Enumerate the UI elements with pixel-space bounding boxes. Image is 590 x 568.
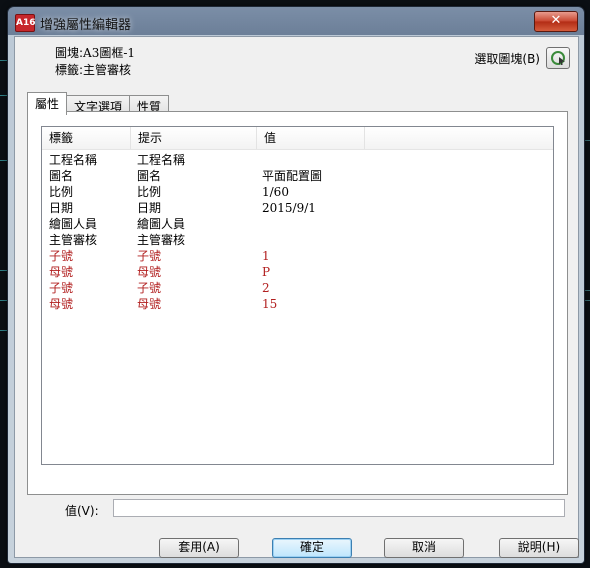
cancel-button[interactable]: 取消: [384, 538, 464, 558]
attribute-list-header: 標籤 提示 值: [42, 127, 553, 150]
cell-prompt: 子號: [137, 249, 162, 263]
enhanced-attribute-editor-dialog: A16 增強屬性編輯器 ✕ 圖塊: A3圖框-1 標籤: 主管審核 選取圖塊(B…: [7, 6, 585, 564]
cell-tag: 日期: [49, 201, 74, 215]
autocad-app-icon: A16: [15, 14, 36, 32]
column-header-value[interactable]: 值: [257, 127, 365, 149]
cell-prompt: 工程名稱: [137, 153, 186, 167]
tag-value: 主管審核: [83, 63, 132, 77]
select-block-icon: [551, 51, 565, 65]
help-button[interactable]: 說明(H): [499, 538, 579, 558]
cell-prompt: 母號: [137, 265, 162, 279]
table-row[interactable]: 母號 母號 15: [42, 296, 553, 312]
cell-prompt: 日期: [137, 201, 162, 215]
attributes-panel: 標籤 提示 值 工程名稱 工程名稱圖名 圖名 平面配置圖比例 比例 1/60 日期 日期 201…: [27, 111, 568, 495]
value-input[interactable]: [113, 499, 565, 517]
block-value: A3圖框-1: [83, 46, 136, 60]
cell-value: [255, 232, 362, 248]
block-info: 圖塊: A3圖框-1 標籤: 主管審核: [55, 45, 135, 79]
tab-strip: 屬性 文字選項 性質: [27, 92, 170, 115]
cell-prompt: 子號: [137, 281, 162, 295]
table-row[interactable]: 日期 日期 2015/9/1: [42, 200, 553, 216]
cell-tag: 圖名: [49, 169, 74, 183]
attribute-rows: 工程名稱 工程名稱 圖名 圖名 平面配置圖 比例 比例 1/60 日期 日期 2015/9/1 繪圖人…: [42, 152, 553, 312]
cell-value: 2015/9/1: [262, 201, 316, 215]
window-title: 增強屬性編輯器: [40, 18, 132, 33]
cell-value: 15: [262, 297, 278, 311]
table-row[interactable]: 繪圖人員 繪圖人員: [42, 216, 553, 232]
cell-tag: 主管審核: [49, 233, 98, 247]
block-label: 圖塊:: [55, 46, 84, 60]
table-row[interactable]: 工程名稱 工程名稱: [42, 152, 553, 168]
cell-value: [255, 216, 362, 232]
tag-label: 標籤:: [55, 63, 84, 77]
cell-tag: 母號: [49, 265, 74, 279]
cell-tag: 母號: [49, 297, 74, 311]
cell-prompt: 主管審核: [137, 233, 186, 247]
select-block-button[interactable]: [546, 47, 570, 69]
table-row[interactable]: 母號 母號 P: [42, 264, 553, 280]
value-label: 值(V):: [65, 504, 99, 518]
attribute-list[interactable]: 標籤 提示 值 工程名稱 工程名稱圖名 圖名 平面配置圖比例 比例 1/60 日期 日期 201…: [41, 126, 554, 465]
apply-button[interactable]: 套用(A): [159, 538, 239, 558]
cell-tag: 比例: [49, 185, 74, 199]
table-row[interactable]: 子號 子號 2: [42, 280, 553, 296]
close-button[interactable]: ✕: [534, 11, 578, 32]
select-block-control: 選取圖塊(B): [474, 47, 570, 69]
table-row[interactable]: 主管審核 主管審核: [42, 232, 553, 248]
cell-value: 1: [262, 249, 270, 263]
cell-tag: 工程名稱: [49, 153, 98, 167]
cell-prompt: 比例: [137, 185, 162, 199]
cell-value: 平面配置圖: [262, 169, 323, 183]
dialog-client-area: 圖塊: A3圖框-1 標籤: 主管審核 選取圖塊(B) 屬性 文字選項 性質 標…: [14, 36, 579, 558]
cell-tag: 繪圖人員: [49, 217, 98, 231]
column-header-prompt[interactable]: 提示: [131, 127, 257, 149]
cell-value: 2: [262, 281, 270, 295]
table-row[interactable]: 圖名 圖名 平面配置圖: [42, 168, 553, 184]
ok-button[interactable]: 確定: [272, 538, 352, 558]
cell-tag: 子號: [49, 281, 74, 295]
cell-tag: 子號: [49, 249, 74, 263]
select-block-label: 選取圖塊(B): [474, 51, 540, 66]
cell-prompt: 繪圖人員: [137, 217, 186, 231]
cell-prompt: 圖名: [137, 169, 162, 183]
cell-value: 1/60: [262, 185, 289, 199]
table-row[interactable]: 比例 比例 1/60: [42, 184, 553, 200]
cell-value: P: [262, 265, 271, 279]
cell-prompt: 母號: [137, 297, 162, 311]
title-bar[interactable]: A16 增強屬性編輯器 ✕: [8, 7, 584, 37]
table-row[interactable]: 子號 子號 1: [42, 248, 553, 264]
tab-attributes[interactable]: 屬性: [27, 92, 68, 115]
cell-value: [255, 152, 362, 168]
column-header-tag[interactable]: 標籤: [42, 127, 131, 149]
